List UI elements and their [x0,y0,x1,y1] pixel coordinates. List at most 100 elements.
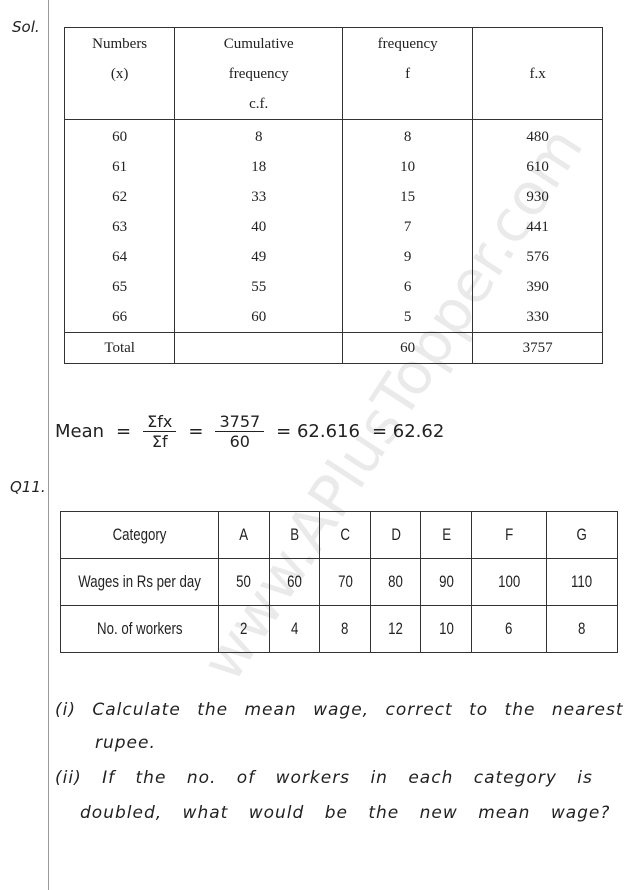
header-text: Numbers [92,36,148,52]
cell-value: 70 [319,558,371,606]
cell-x: 65 [63,272,176,302]
header-fx: f.x [472,27,603,120]
table-row: 64 49 9 576 [63,242,603,272]
cell-f: 8 [342,119,474,152]
cell-value: 4 [268,605,321,653]
cell-text: 2 [240,619,248,638]
wages-row: Wages in Rs per day 50 60 70 80 90 100 110 [59,558,619,606]
cell-text: F [504,525,513,544]
cell-x: 62 [63,182,176,212]
cell-value: F [470,511,547,559]
cell-x: 66 [63,302,176,333]
cell-value: 10 [420,605,472,653]
cell-text: 80 [388,572,404,591]
header-text: Cumulative [223,36,294,52]
cell-value: C [319,511,371,559]
table-row: 63 40 7 441 [63,212,603,242]
cell-text: 8 [341,619,349,638]
cell-x: 64 [63,242,176,272]
header-text: frequency [228,66,289,82]
cell-cf: 33 [174,182,344,212]
row-heading: Category [59,511,220,559]
cell-f: 6 [342,272,474,302]
cell-text: G [576,525,587,544]
cell-text: 60 [287,572,302,591]
category-row: Category A B C D E F G [59,511,619,559]
cell-text: Category [112,525,167,544]
header-cumulative-frequency: Cumulative frequency c.f. [174,27,344,120]
cell-f: 9 [342,242,474,272]
cell-value: 90 [420,558,472,606]
header-frequency: frequency f [342,27,474,120]
cell-text: 8 [578,619,586,638]
cell-x: 60 [63,119,176,152]
cell-cf: 55 [174,272,344,302]
table-row: 61 18 10 610 [63,152,603,182]
question-2-line-2: doubled, what would be the new mean wage… [80,803,611,823]
question-label: Q11. [10,478,46,496]
row-heading: Wages in Rs per day [59,558,220,606]
cell-fx: 330 [472,302,603,333]
cell-cf: 18 [174,152,344,182]
cell-value: 6 [470,605,547,653]
cell-x: 63 [63,212,176,242]
cell-text: A [239,525,249,544]
cell-fx: 441 [472,212,603,242]
row-heading: No. of workers [59,605,220,653]
cell-f: 15 [342,182,474,212]
cell-value: 110 [545,558,619,606]
mean-result-raw: = 62.616 [276,421,360,442]
cell-f: 10 [342,152,474,182]
header-text: frequency [377,36,438,52]
cell-text: 6 [505,619,513,638]
cell-cf: 49 [174,242,344,272]
cell-value: 50 [218,558,270,606]
header-text: f.x [529,66,546,82]
cell-text: B [290,525,299,544]
cell-text: 70 [337,572,353,591]
question-1-line-2: rupee. [95,733,156,753]
total-fx: 3757 [472,332,603,364]
fraction-denominator: Σf [151,432,168,451]
cell-x: 61 [63,152,176,182]
mean-label: Mean [55,421,105,442]
total-cf [174,332,344,364]
cell-fx: 480 [472,119,603,152]
table-row: 60 8 8 480 [63,119,603,152]
fraction-denominator: 60 [229,432,250,451]
header-numbers: Numbers (x) [63,27,176,120]
cell-value: 8 [545,605,619,653]
table-row: 66 60 5 330 [63,302,603,333]
question-1-line-1: (i) Calculate the mean wage, correct to … [55,700,624,720]
header-text: c.f. [249,96,269,112]
table-header-row: Numbers (x) Cumulative frequency c.f. fr… [63,27,603,120]
cell-fx: 390 [472,272,603,302]
total-label: Total [63,332,176,364]
table-row: 65 55 6 390 [63,272,603,302]
frequency-table: Numbers (x) Cumulative frequency c.f. fr… [63,27,603,364]
table-row: 62 33 15 930 [63,182,603,212]
cell-value: 80 [369,558,422,606]
margin-line [48,0,49,890]
solution-label: Sol. [12,18,40,36]
question-2-line-1: (ii) If the no. of workers in each categ… [55,768,593,788]
cell-text: E [441,525,451,544]
equals-sign: = [116,421,132,442]
mean-result-rounded: = 62.62 [371,421,445,442]
header-text: (x) [110,66,129,82]
formula-fraction: Σfx Σf [143,412,177,451]
cell-fx: 576 [472,242,603,272]
cell-value: 60 [268,558,321,606]
cell-f: 5 [342,302,474,333]
cell-text: 12 [388,619,404,638]
cell-f: 7 [342,212,474,242]
cell-text: C [340,525,350,544]
cell-value: B [268,511,321,559]
cell-cf: 60 [174,302,344,333]
cell-value: 2 [218,605,270,653]
cell-text: 4 [290,619,299,638]
cell-text: 50 [236,572,252,591]
cell-text: 90 [438,572,454,591]
cell-text: 100 [497,572,520,591]
cell-text: No. of workers [96,619,183,638]
